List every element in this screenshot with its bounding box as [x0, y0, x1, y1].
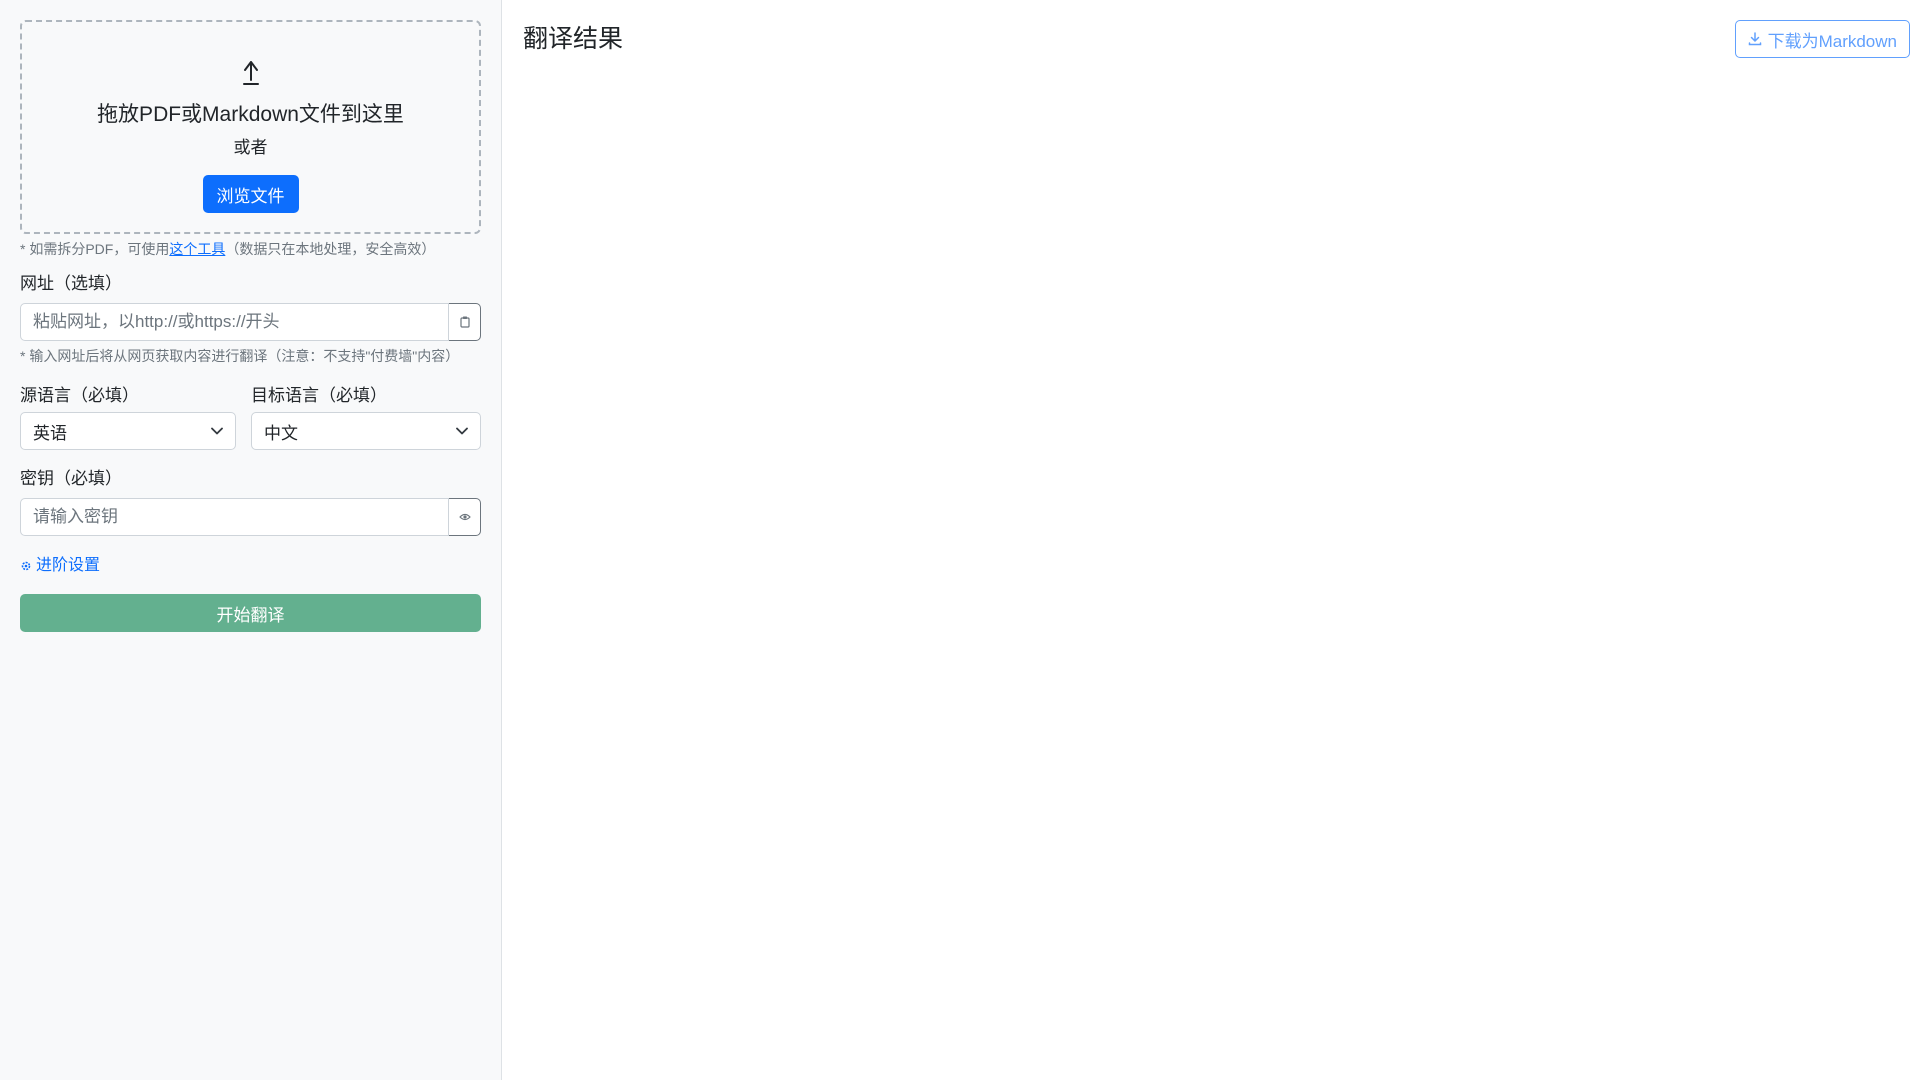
dropzone-title: 拖放PDF或Markdown文件到这里	[97, 103, 404, 126]
target-language-label: 目标语言（必填）	[251, 386, 387, 405]
api-key-label: 密钥（必填）	[20, 469, 122, 488]
pdf-split-tool-link[interactable]: 这个工具	[169, 241, 225, 257]
clipboard-icon	[459, 316, 470, 328]
download-markdown-label: 下载为Markdown	[1767, 31, 1897, 51]
url-label: 网址（选填）	[20, 274, 122, 293]
advanced-settings-link[interactable]: 进阶设置	[20, 556, 481, 576]
target-language-value: 中文	[264, 423, 298, 443]
url-paste-button[interactable]	[449, 303, 481, 341]
url-input-group	[20, 303, 481, 341]
target-language-column: 目标语言（必填） 中文	[251, 385, 481, 450]
dropzone-or-text: 或者	[233, 138, 268, 157]
chevron-down-icon	[456, 427, 468, 435]
source-language-column: 源语言（必填） 英语	[20, 385, 236, 450]
target-language-select[interactable]: 中文	[251, 412, 481, 450]
browse-files-button[interactable]: 浏览文件	[202, 175, 299, 213]
result-title: 翻译结果	[523, 25, 624, 53]
source-language-label: 源语言（必填）	[20, 386, 139, 405]
result-panel: 翻译结果 下载为Markdown	[502, 0, 1920, 1080]
eye-icon	[458, 513, 471, 521]
sidebar: 拖放PDF或Markdown文件到这里 或者 浏览文件 * 如需拆分PDF，可使…	[0, 0, 502, 1080]
download-markdown-button[interactable]: 下载为Markdown	[1734, 20, 1910, 58]
url-input[interactable]	[20, 303, 449, 341]
api-key-input-group	[20, 498, 481, 536]
pdf-split-hint: * 如需拆分PDF，可使用这个工具（数据只在本地处理，安全高效）	[20, 240, 481, 258]
source-language-value: 英语	[33, 423, 67, 443]
toggle-key-visibility-button[interactable]	[449, 498, 481, 536]
api-key-input[interactable]	[20, 498, 449, 536]
pdf-hint-prefix: * 如需拆分PDF，可使用	[20, 241, 170, 257]
language-row: 源语言（必填） 英语 目标语言（必填） 中文	[20, 385, 481, 450]
download-icon	[1748, 32, 1761, 46]
source-language-select[interactable]: 英语	[20, 412, 236, 450]
start-translation-button[interactable]: 开始翻译	[20, 594, 481, 632]
advanced-settings-label: 进阶设置	[36, 557, 101, 574]
chevron-down-icon	[211, 427, 223, 435]
gear-icon	[21, 561, 31, 571]
pdf-hint-suffix: （数据只在本地处理，安全高效）	[225, 241, 436, 257]
url-hint: * 输入网址后将从网页获取内容进行翻译（注意：不支持"付费墙"内容）	[20, 348, 460, 364]
cloud-upload-icon	[242, 61, 259, 85]
file-dropzone[interactable]: 拖放PDF或Markdown文件到这里 或者 浏览文件	[20, 20, 481, 234]
